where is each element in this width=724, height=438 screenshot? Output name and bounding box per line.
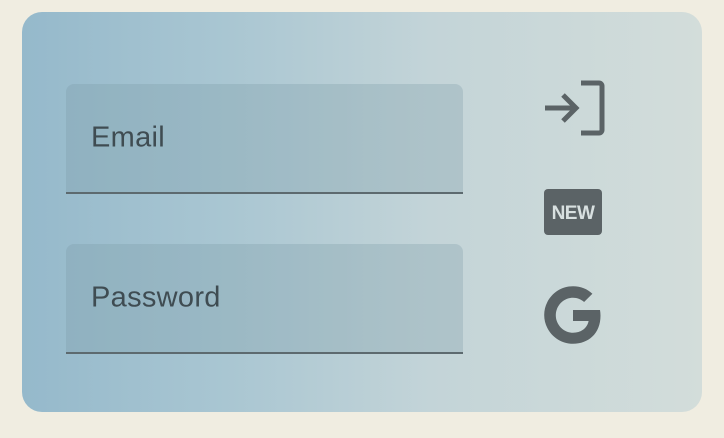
password-field[interactable]: Password: [66, 244, 463, 354]
password-label: Password: [91, 281, 221, 314]
email-field[interactable]: Email: [66, 84, 463, 194]
email-label: Email: [91, 121, 166, 154]
login-button[interactable]: [538, 78, 608, 138]
login-icon: [545, 80, 605, 136]
login-card: Email Password NEW: [22, 12, 702, 412]
google-icon: [544, 286, 601, 344]
new-badge-icon: NEW: [544, 189, 602, 235]
new-badge-text: NEW: [552, 203, 595, 224]
new-account-button[interactable]: NEW: [538, 184, 608, 240]
google-signin-button[interactable]: [538, 282, 608, 348]
